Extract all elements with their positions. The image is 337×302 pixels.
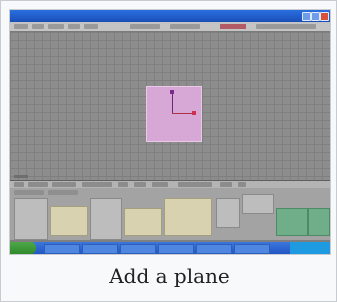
x-axis-line bbox=[172, 113, 194, 114]
maximize-icon[interactable] bbox=[311, 12, 320, 21]
screen-selector[interactable] bbox=[130, 24, 160, 29]
taskbar-item[interactable] bbox=[196, 244, 232, 254]
select-menu-button[interactable] bbox=[28, 182, 48, 187]
3d-viewport[interactable] bbox=[10, 32, 330, 180]
menu-bar bbox=[10, 22, 330, 32]
shading-button[interactable] bbox=[118, 182, 128, 187]
mesh-tools-panel[interactable] bbox=[276, 208, 308, 236]
menu-item[interactable] bbox=[68, 24, 80, 29]
taskbar-item[interactable] bbox=[82, 244, 118, 254]
menu-item[interactable] bbox=[32, 24, 44, 29]
y-axis-handle-icon[interactable] bbox=[170, 90, 174, 94]
thumbnail-frame: Add a plane bbox=[0, 0, 337, 302]
uv-panel[interactable] bbox=[216, 198, 240, 228]
image-caption: Add a plane bbox=[109, 264, 230, 288]
x-axis-handle-icon[interactable] bbox=[192, 111, 196, 115]
window-titlebar bbox=[10, 10, 330, 22]
close-icon[interactable] bbox=[320, 12, 329, 21]
render-icon[interactable] bbox=[220, 182, 232, 187]
windows-taskbar bbox=[10, 242, 330, 254]
modifiers-panel[interactable] bbox=[90, 198, 122, 240]
y-axis-line bbox=[172, 92, 173, 114]
menu-item[interactable] bbox=[48, 24, 64, 29]
status-info bbox=[220, 24, 246, 29]
taskbar-item[interactable] bbox=[234, 244, 270, 254]
panel-tabs[interactable] bbox=[14, 190, 44, 195]
taskbar-item[interactable] bbox=[44, 244, 80, 254]
menu-item[interactable] bbox=[84, 24, 98, 29]
mode-selector[interactable] bbox=[82, 182, 112, 187]
vertex-groups-panel[interactable] bbox=[242, 194, 274, 214]
screenshot-thumbnail[interactable] bbox=[9, 9, 331, 255]
taskbar-item[interactable] bbox=[158, 244, 194, 254]
start-button[interactable] bbox=[10, 242, 36, 254]
pivot-button[interactable] bbox=[134, 182, 146, 187]
lock-icon[interactable] bbox=[238, 182, 246, 187]
mesh-tools-more-panel[interactable] bbox=[308, 208, 330, 236]
multires-panel[interactable] bbox=[164, 198, 212, 236]
minimize-icon[interactable] bbox=[302, 12, 311, 21]
render-info bbox=[256, 24, 316, 29]
view-menu-button[interactable] bbox=[14, 182, 24, 187]
manipulator-button[interactable] bbox=[152, 182, 168, 187]
menu-item[interactable] bbox=[14, 24, 28, 29]
system-tray bbox=[290, 242, 330, 254]
panel-tabs[interactable] bbox=[48, 190, 78, 195]
scene-selector[interactable] bbox=[170, 24, 200, 29]
buttons-window bbox=[10, 188, 330, 240]
object-menu-button[interactable] bbox=[52, 182, 76, 187]
shapes-panel[interactable] bbox=[124, 208, 162, 236]
layer-buttons[interactable] bbox=[178, 182, 212, 187]
viewport-label bbox=[14, 175, 28, 178]
link-materials-panel[interactable] bbox=[14, 198, 48, 240]
taskbar-item[interactable] bbox=[120, 244, 156, 254]
mesh-panel[interactable] bbox=[50, 206, 88, 236]
